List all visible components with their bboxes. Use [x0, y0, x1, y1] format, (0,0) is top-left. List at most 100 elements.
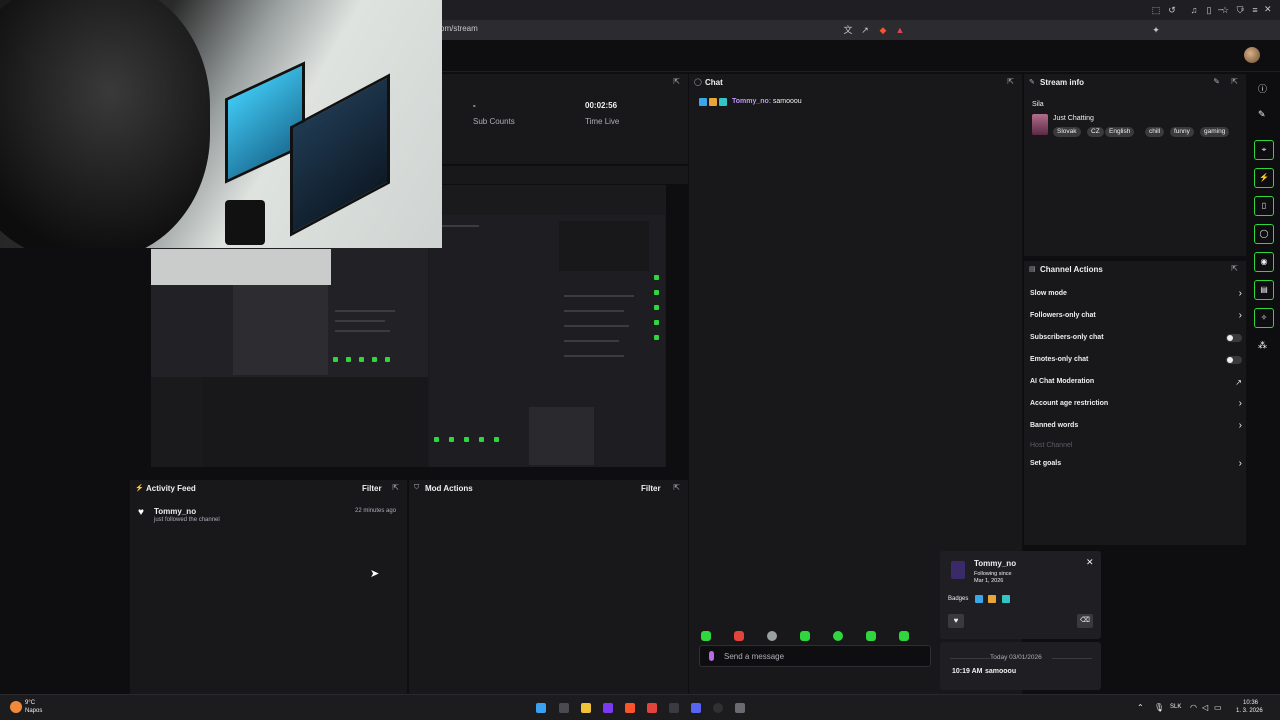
- wifi-icon[interactable]: ◠: [1190, 703, 1197, 712]
- media-icon[interactable]: ♫: [1189, 5, 1199, 15]
- host-channel-label: Host Channel: [1030, 442, 1073, 449]
- tag-chip[interactable]: Slovak: [1053, 127, 1081, 137]
- obs-icon[interactable]: [713, 703, 723, 713]
- close-icon[interactable]: ✕: [1086, 557, 1094, 568]
- emote-icon[interactable]: [899, 631, 909, 641]
- tag-chip[interactable]: funny: [1170, 127, 1194, 137]
- tag-chip[interactable]: chill: [1145, 127, 1165, 137]
- bolt-icon: ⚡: [135, 485, 144, 492]
- microphone-icon[interactable]: 🎙: [1154, 703, 1164, 712]
- add-widget-icon[interactable]: ⁂: [1258, 340, 1267, 351]
- sidebar-icon[interactable]: ▯: [1204, 5, 1214, 15]
- follow-heart-button[interactable]: ♥: [948, 614, 964, 628]
- document-icon[interactable]: ▯: [1254, 196, 1274, 216]
- emotes-only-row: Emotes-only chat: [1030, 354, 1242, 368]
- activity-feed-panel: ⚡ Activity Feed Filter ⇱ ♥ Tommy_no just…: [130, 480, 407, 694]
- banned-words-row[interactable]: Banned words ›: [1030, 420, 1242, 434]
- edit-icon[interactable]: ✎: [1213, 77, 1220, 86]
- pencil-icon: ✎: [1029, 79, 1035, 86]
- delete-button[interactable]: ⌫: [1077, 614, 1093, 628]
- followers-only-row[interactable]: Followers-only chat ›: [1030, 310, 1242, 324]
- windows-start-icon[interactable]: [536, 703, 546, 713]
- app-icon[interactable]: [647, 703, 657, 713]
- maximize-icon[interactable]: ▫: [1241, 4, 1244, 14]
- file-explorer-icon[interactable]: [581, 703, 591, 713]
- minimize-icon[interactable]: –: [1218, 4, 1223, 14]
- broadcast-icon[interactable]: ◉: [1254, 252, 1274, 272]
- wrench-icon[interactable]: ✧: [1254, 308, 1274, 328]
- list-icon[interactable]: ▤: [1254, 280, 1274, 300]
- close-window-icon[interactable]: ✕: [1264, 4, 1272, 15]
- subscribers-only-toggle[interactable]: [1226, 334, 1242, 342]
- tag-chip[interactable]: English: [1105, 127, 1135, 137]
- emote-icon[interactable]: [833, 631, 843, 641]
- weather-icon[interactable]: [10, 701, 22, 713]
- emotes-only-label: Emotes-only chat: [1030, 356, 1089, 363]
- chevron-right-icon: ›: [1238, 288, 1242, 299]
- clock-date[interactable]: 1. 3. 2026: [1236, 708, 1263, 714]
- extensions-icon[interactable]: ⬚: [1151, 5, 1161, 15]
- app-icon[interactable]: [735, 703, 745, 713]
- account-age-label: Account age restriction: [1030, 400, 1109, 407]
- set-goals-row[interactable]: Set goals ›: [1030, 458, 1242, 472]
- emote-icon[interactable]: [767, 631, 777, 641]
- url-text[interactable]: om/stream: [440, 24, 478, 33]
- discord-icon[interactable]: [691, 703, 701, 713]
- app-icon[interactable]: [603, 703, 613, 713]
- translate-icon[interactable]: 文: [843, 25, 853, 35]
- focus-icon[interactable]: ⌖: [1254, 140, 1274, 160]
- emotes-only-toggle[interactable]: [1226, 356, 1242, 364]
- slow-mode-row[interactable]: Slow mode ›: [1030, 288, 1242, 302]
- popout-icon[interactable]: ⇱: [392, 483, 399, 492]
- bolt-icon[interactable]: ⚡: [1254, 168, 1274, 188]
- ai-moderation-row[interactable]: AI Chat Moderation ↗: [1030, 376, 1242, 390]
- pencil-icon[interactable]: ✎: [1258, 109, 1266, 120]
- popout-icon[interactable]: ⇱: [1007, 77, 1014, 86]
- brave-shield-icon[interactable]: ◆: [878, 25, 888, 35]
- volume-icon[interactable]: ◁: [1202, 703, 1208, 712]
- tool-rail: ⓘ ✎ ⌖ ⚡ ▯ ◯ ◉ ▤ ✧ ⁂: [1248, 74, 1280, 694]
- chat-bubble-icon[interactable]: ◯: [1254, 224, 1274, 244]
- chat-input[interactable]: Send a message: [699, 645, 931, 667]
- history-icon[interactable]: ↺: [1167, 5, 1177, 15]
- brave-browser-icon[interactable]: [625, 703, 635, 713]
- popout-icon[interactable]: ⇱: [673, 77, 680, 86]
- clock-time[interactable]: 10:36: [1243, 700, 1258, 706]
- emote-icon[interactable]: [866, 631, 876, 641]
- user-card-username[interactable]: Tommy_no: [974, 559, 1016, 568]
- emote-icon[interactable]: [734, 631, 744, 641]
- share-icon[interactable]: ↗: [860, 25, 870, 35]
- followers-only-label: Followers-only chat: [1030, 312, 1096, 319]
- microphone-icon[interactable]: [709, 651, 714, 661]
- emote-icon[interactable]: [800, 631, 810, 641]
- popout-icon[interactable]: ⇱: [1231, 264, 1238, 273]
- task-view-icon[interactable]: [559, 703, 569, 713]
- preview-nested-feed: [203, 377, 428, 467]
- chat-title: Chat: [705, 78, 723, 87]
- shield-icon: ⛉: [414, 484, 420, 491]
- chat-username[interactable]: Tommy_no: [732, 98, 769, 105]
- tag-chip[interactable]: CZ: [1087, 127, 1104, 137]
- app-icon[interactable]: [669, 703, 679, 713]
- puzzle-icon[interactable]: ✦: [1151, 25, 1161, 35]
- chat-text: : samooou: [769, 98, 802, 105]
- avatar[interactable]: [1244, 47, 1260, 63]
- menu-icon[interactable]: ≡: [1250, 5, 1260, 15]
- feed-username[interactable]: Tommy_no: [154, 507, 196, 516]
- account-age-row[interactable]: Account age restriction ›: [1030, 398, 1242, 412]
- chat-header: ◯ Chat ⇱: [689, 74, 1022, 92]
- info-icon[interactable]: ⓘ: [1258, 82, 1267, 95]
- rewards-icon[interactable]: ▲: [895, 25, 905, 35]
- language-indicator[interactable]: SLK: [1170, 704, 1181, 710]
- battery-icon[interactable]: ▭: [1214, 703, 1222, 712]
- category-box-art: [1032, 114, 1048, 135]
- tray-chevron-icon[interactable]: ⌃: [1137, 703, 1144, 712]
- emote-icon[interactable]: [701, 631, 711, 641]
- popout-icon[interactable]: ⇱: [1231, 77, 1238, 86]
- tag-chip[interactable]: gaming: [1200, 127, 1230, 137]
- time-live-value: 00:02:56: [585, 101, 618, 110]
- webcam-monitor: [290, 73, 390, 237]
- mod-actions-filter-button[interactable]: Filter: [641, 484, 661, 493]
- activity-feed-filter-button[interactable]: Filter: [362, 484, 382, 493]
- popout-icon[interactable]: ⇱: [673, 483, 680, 492]
